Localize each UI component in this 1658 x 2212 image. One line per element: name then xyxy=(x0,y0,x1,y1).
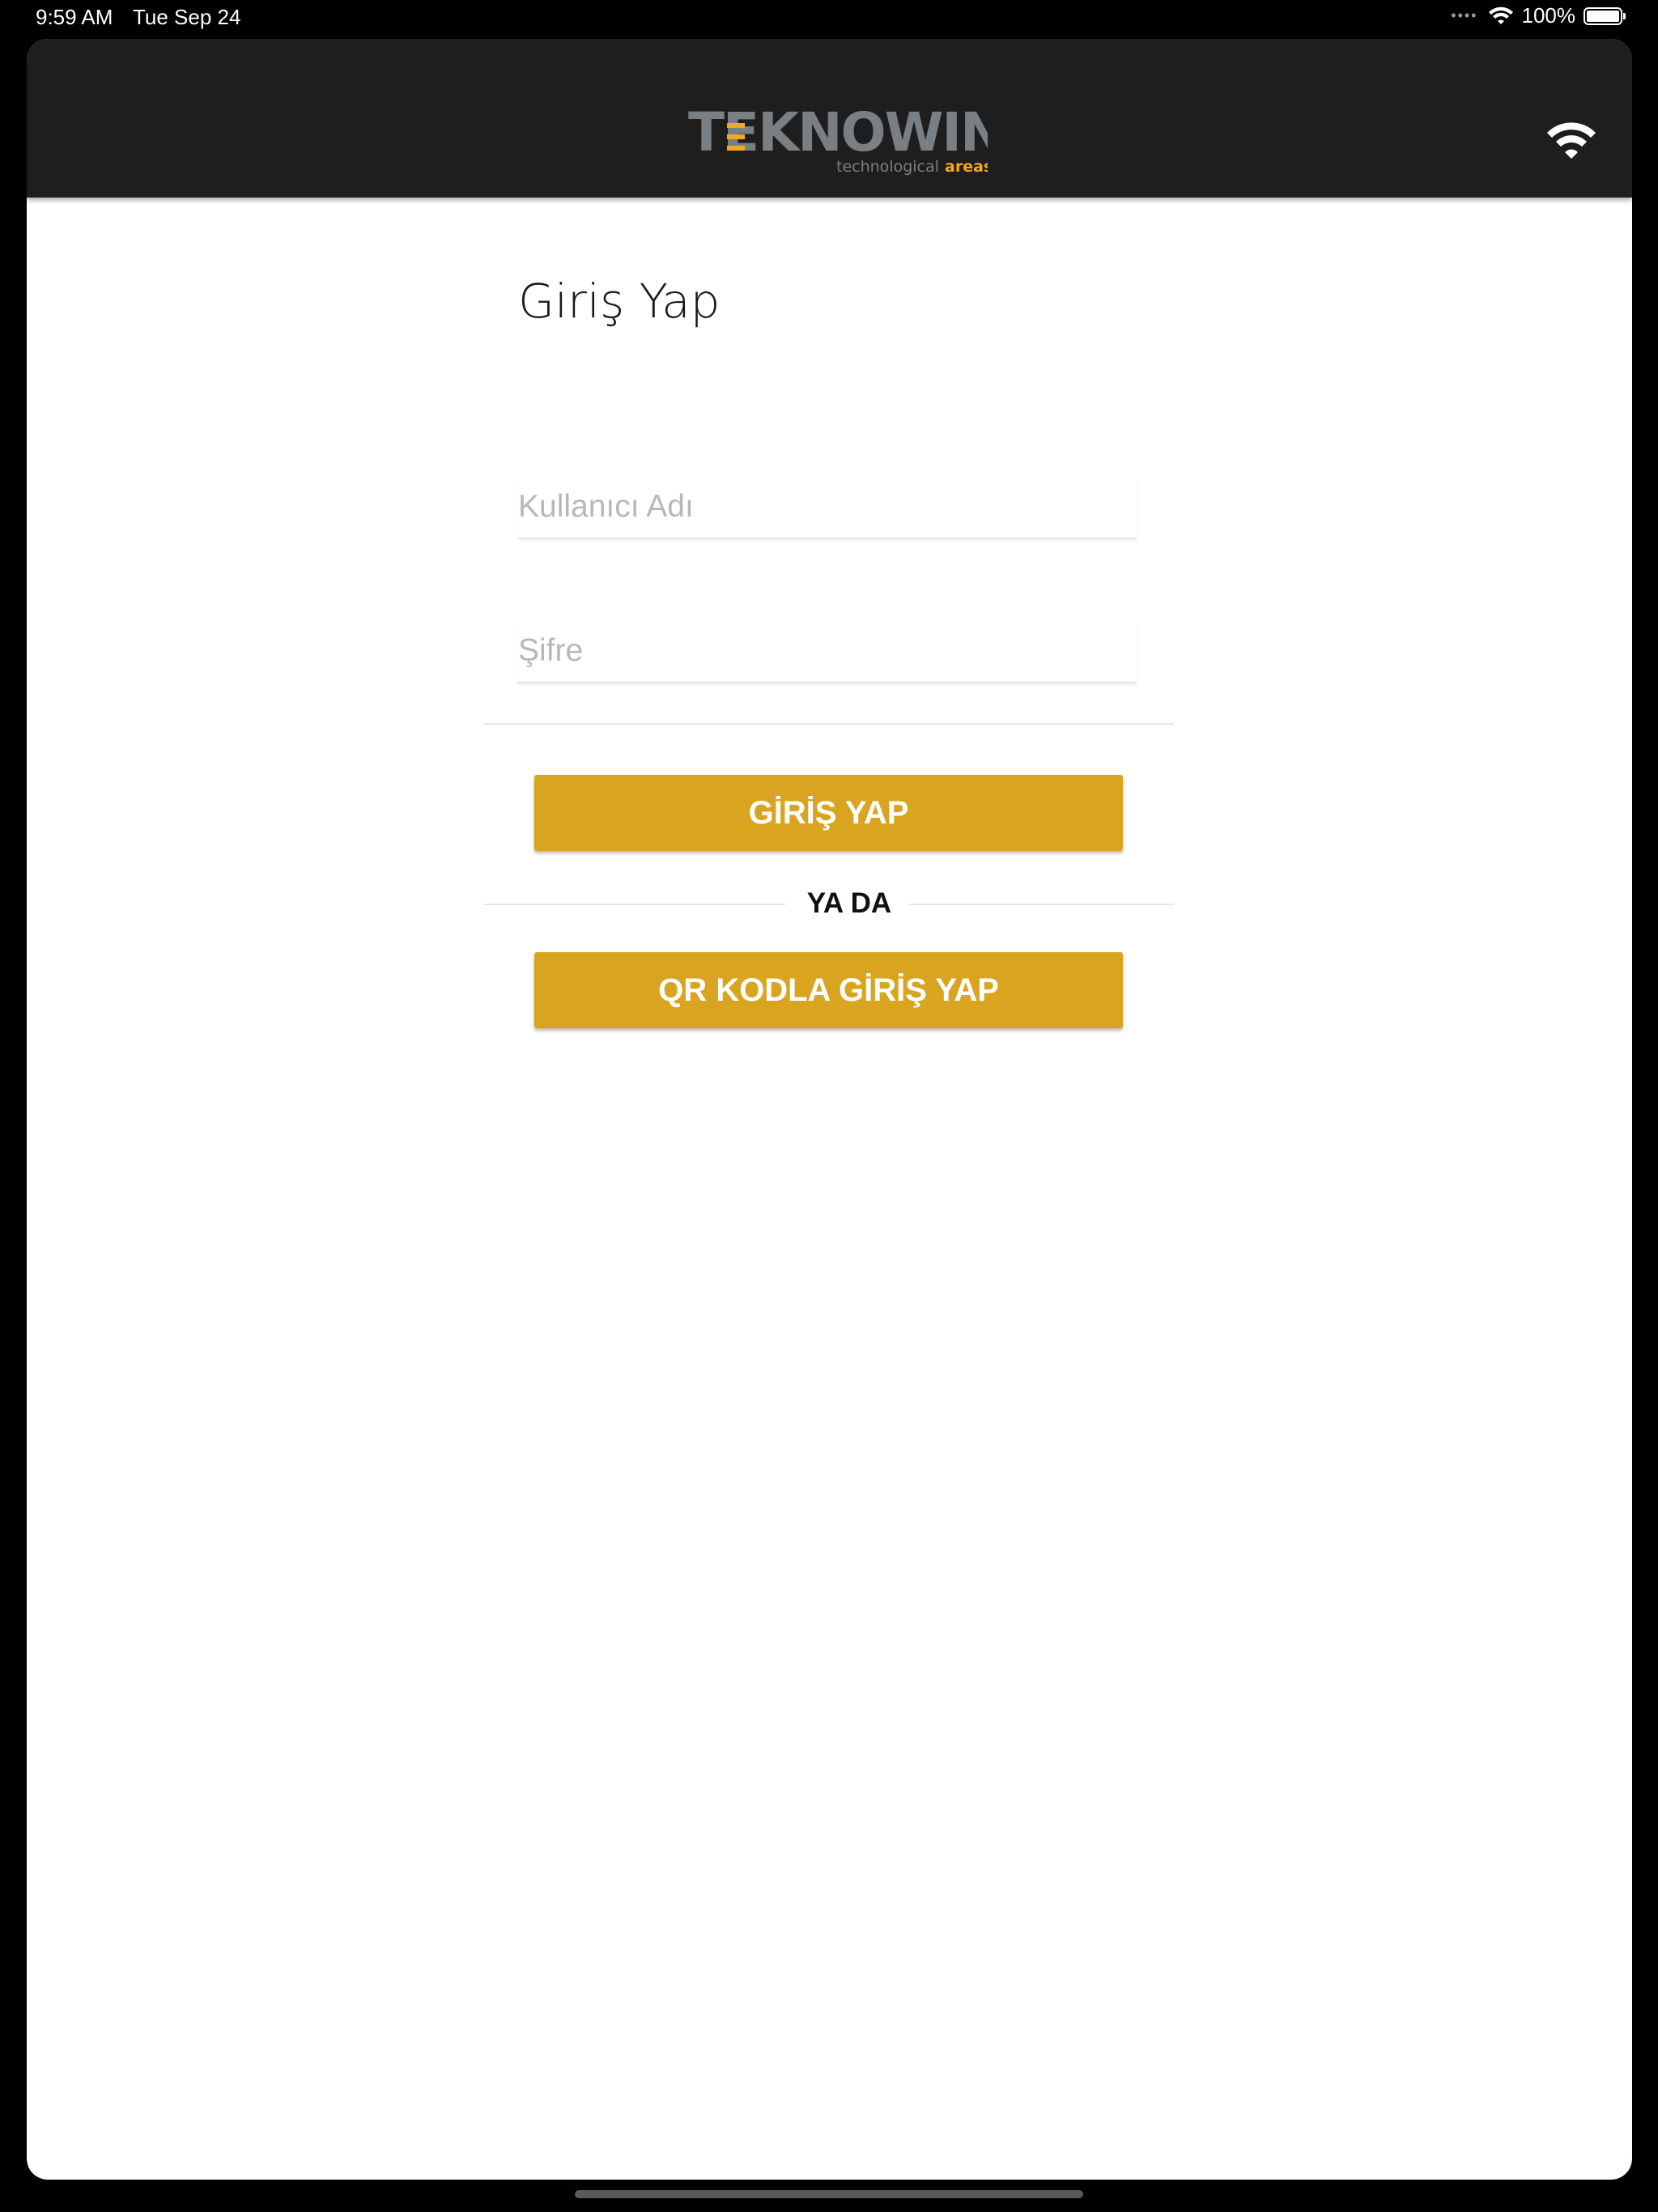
logo-tagline-1: technological xyxy=(836,158,939,175)
battery-icon xyxy=(1584,6,1626,25)
status-bar: 9:59 AM Tue Sep 24 •••• 100% xyxy=(0,0,1658,39)
or-label: YA DA xyxy=(806,887,892,919)
status-time: 9:59 AM xyxy=(36,5,113,29)
password-field[interactable] xyxy=(518,620,1137,683)
app-header: TEKNOWIN technological areas xyxy=(27,39,1632,198)
status-date: Tue Sep 24 xyxy=(133,5,241,29)
status-indicators: •••• 100% xyxy=(1451,3,1626,28)
or-line-left xyxy=(484,904,785,905)
login-button-label: GİRİŞ YAP xyxy=(748,794,909,831)
qr-login-button-label: QR KODLA GİRİŞ YAP xyxy=(658,972,999,1008)
cellular-dots-icon: •••• xyxy=(1451,7,1478,23)
logo-tagline-2: areas xyxy=(945,158,988,175)
form-divider xyxy=(484,723,1174,725)
app-screen: TEKNOWIN technological areas Giriş Yap G… xyxy=(27,39,1632,2180)
or-line-right xyxy=(909,904,1174,905)
or-separator: YA DA xyxy=(484,883,1174,925)
connection-wifi-icon[interactable] xyxy=(1546,120,1596,160)
battery-percent: 100% xyxy=(1521,3,1576,28)
teknowin-logo: TEKNOWIN technological areas xyxy=(688,105,988,175)
username-field[interactable] xyxy=(518,476,1137,539)
login-button[interactable]: GİRİŞ YAP xyxy=(534,775,1123,851)
page-title: Giriş Yap xyxy=(518,274,721,329)
wifi-icon xyxy=(1488,6,1513,24)
home-indicator[interactable] xyxy=(575,2190,1083,2198)
qr-login-button[interactable]: QR KODLA GİRİŞ YAP xyxy=(534,952,1123,1028)
